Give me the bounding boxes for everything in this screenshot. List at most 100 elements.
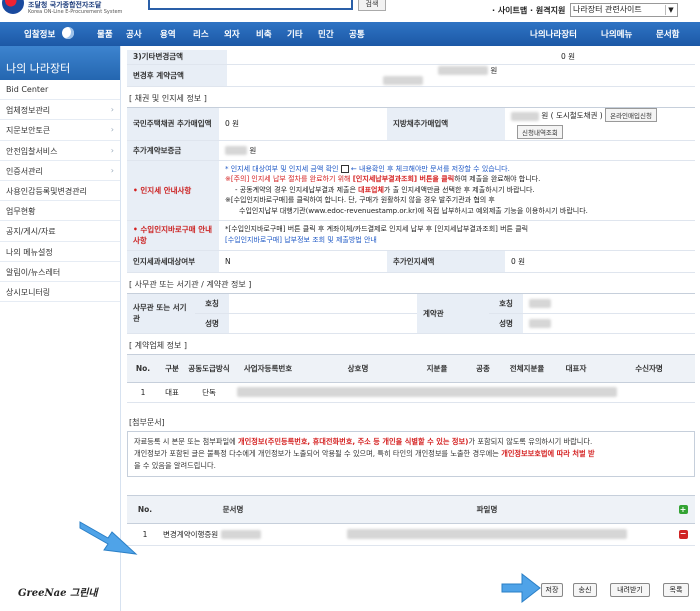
company-col-share: 지분율 [413, 353, 461, 383]
bond-table: 국민주택채권 추가매입액 0 원 지방채추가매입액 원 ( 도시철도채권 ) 온… [127, 106, 695, 273]
sidebar-item-certificate[interactable]: 인증서관리 › [0, 161, 120, 181]
top-links[interactable]: · 사이트맵 · 원격지원 [492, 5, 565, 16]
nav-bid-info[interactable]: 입찰정보 [24, 28, 55, 40]
company-col-receiver: 수신자명 [603, 353, 695, 383]
company-col-no: No. [127, 353, 159, 383]
contractor-label: 계약관 [417, 293, 489, 334]
company-col-joint: 공동도급방식 [185, 353, 233, 383]
remove-file-icon[interactable]: − [678, 530, 688, 539]
related-site-label: 나라장터 관련사이트 [573, 5, 642, 14]
save-button[interactable]: 저장 [541, 583, 563, 597]
nav-my-narajangteo[interactable]: 나의나라장터 [530, 28, 577, 40]
attach-row-doc: 변경계약이행증원 [163, 529, 219, 539]
chevron-down-icon[interactable]: ▼ [665, 5, 676, 15]
search-button[interactable]: 검색 [358, 0, 386, 11]
company-col-type: 구분 [159, 353, 185, 383]
stamp-line1b: ← 내용확인 후 체크해야만 문서를 저장할 수 있습니다. [350, 164, 510, 173]
redacted-local-amount [511, 111, 539, 121]
redacted-doc-name [220, 530, 261, 539]
redacted-contractor-rank [529, 298, 551, 308]
housing-bond-value: 0 원 [219, 107, 387, 141]
company-col-total-share: 전체지분율 [505, 353, 549, 383]
sidebar-item-fingerprint-token[interactable]: 지문보안토큰 › [0, 120, 120, 141]
logo-emblem-icon[interactable] [2, 0, 24, 14]
annotation-arrow-icon [501, 572, 541, 604]
chevron-right-icon: › [110, 125, 114, 135]
download-button[interactable]: 내려받기 [610, 583, 650, 597]
extra-deposit-value: 원 [249, 145, 257, 155]
amount-table: 3)기타변경금액 0 원 변경후 계약금액 원 [127, 50, 695, 87]
officer-name-label: 성명 [195, 313, 229, 334]
sidebar-item-newsletter[interactable]: 알림이/뉴스레터 [0, 262, 120, 282]
stamp-line5: 수입인지납부 대행기관(www.edoc-revenuestamp.or.kr)… [239, 206, 588, 215]
office-table: 사무관 또는 서기관 호칭 계약관 호칭 성명 성명 [127, 292, 695, 334]
contractor-rank-label: 호칭 [489, 293, 523, 314]
bond-section-title: [ 채권 및 인지세 정보 ] [129, 93, 207, 103]
stamp-buy-guide-link[interactable]: [수입인지바로구매] 납부정보 조회 및 제출방법 안내 [225, 235, 689, 246]
send-button[interactable]: 송신 [573, 583, 597, 597]
redacted-amount [438, 66, 488, 76]
after-change-label: 변경후 계약금액 [127, 64, 227, 87]
request-history-button[interactable]: 신청내역조회 [517, 125, 563, 139]
list-button[interactable]: 목록 [663, 583, 689, 597]
nav-stockpile[interactable]: 비축 [256, 28, 272, 40]
sidebar-item-company-info[interactable]: 업체정보관리 › [0, 100, 120, 121]
redacted-company-row [237, 387, 617, 397]
company-section-title: [ 계약업체 정보 ] [129, 340, 188, 350]
extra-deposit-label: 추가계약보증금 [127, 140, 219, 161]
nav-construction[interactable]: 공사 [126, 28, 142, 40]
nav-common[interactable]: 공통 [349, 28, 365, 40]
related-site-select[interactable]: 나라장터 관련사이트 ▼ [570, 3, 678, 17]
redacted-deposit [225, 146, 247, 155]
sidebar-item-seal-management[interactable]: 사용인감등록및변경관리 [0, 181, 120, 202]
chevron-right-icon: › [110, 165, 114, 175]
company-col-name: 상호명 [303, 353, 413, 383]
officer-label: 사무관 또는 서기관 [127, 293, 195, 334]
stamp-line2b: [인지세납부결과조회] 버튼을 클릭 [352, 175, 455, 184]
other-change-value: 0 원 [227, 50, 695, 65]
sidebar-item-bid-center[interactable]: Bid Center [0, 80, 120, 101]
search-input[interactable] [148, 0, 353, 10]
stamp-buy-line1: *[수입인지바로구매] 버튼 클릭 후 계좌이체/카드결제로 인지세 납부 후 … [225, 225, 529, 233]
contractor-name-label: 성명 [489, 313, 523, 334]
company-table: No. 구분 공동도급방식 사업자등록번호 상호명 지분율 공종 전체지분율 대… [127, 353, 695, 403]
sidebar-item-work-status[interactable]: 업무현황 [0, 201, 120, 222]
company-col-work: 공종 [461, 353, 505, 383]
nav-etc[interactable]: 기타 [287, 28, 303, 40]
top-bar: 조달청 국가종합전자조달 Korea ON-Line E-Procurement… [0, 0, 700, 22]
stamp-buy-label: 수입인지바로구매 안내사항 [133, 225, 213, 245]
attach-section-title: [첨부문서] [129, 417, 165, 427]
nav-my-menu[interactable]: 나의메뉴 [601, 28, 632, 40]
main-content: 3)기타변경금액 0 원 변경후 계약금액 원 [ 채권 및 인지세 정보 ] … [127, 46, 695, 611]
sidebar-item-notice[interactable]: 공지/게시/자료 [0, 221, 120, 242]
main-nav: 입찰정보 물품 공사 용역 리스 외자 비축 기타 민간 공통 나의나라장터 나… [0, 22, 700, 46]
stamp-amount-label: 추가인지세액 [387, 250, 505, 273]
nav-lease[interactable]: 리스 [193, 28, 209, 40]
table-row[interactable]: 1 변경계약이행증원 − [127, 523, 695, 546]
stamp-line4: ※[수입인지바로구매]를 클릭하여 합니다. 단, 구매가 원활하지 않을 경우… [225, 196, 495, 205]
stamp-line1: * 인지세 대상여부 및 인지세 금액 확인 [225, 164, 339, 173]
chevron-right-icon: › [110, 105, 114, 115]
office-section-title: [ 사무관 또는 서기관 / 계약관 정보 ] [129, 279, 252, 289]
redacted-amount-2 [383, 76, 423, 86]
after-change-unit: 원 [490, 65, 498, 75]
online-purchase-button[interactable]: 온라인매입신청 [605, 108, 657, 122]
redacted-contractor-name [529, 318, 551, 328]
table-row[interactable]: 1 대표 단독 [127, 382, 695, 403]
nav-foreign[interactable]: 외자 [224, 28, 240, 40]
stamp-line3a: - 공동계약의 경우 인지세납부결과 제출은 [235, 185, 356, 194]
officer-rank-label: 호칭 [195, 293, 229, 314]
sidebar-item-monitoring[interactable]: 상시모니터링 [0, 282, 120, 303]
sidebar-item-menu-settings[interactable]: 나의 메뉴설정 [0, 242, 120, 262]
stamp-confirm-checkbox[interactable] [340, 164, 349, 173]
sidebar-item-safe-bidding[interactable]: 안전입찰서비스 › [0, 141, 120, 161]
nav-private[interactable]: 민간 [318, 28, 334, 40]
stamp-line2a: ※[주의] 인지세 납부 절차를 완료하기 위해 [225, 175, 351, 184]
stamp-target-value: N [219, 250, 387, 273]
nav-service[interactable]: 용역 [160, 28, 176, 40]
add-file-icon[interactable]: + [678, 504, 688, 514]
nav-documents[interactable]: 문서함 [656, 28, 679, 40]
logo-subtitle: Korea ON-Line E-Procurement System [28, 9, 123, 15]
nav-goods[interactable]: 물품 [97, 28, 113, 40]
redacted-file-name[interactable] [347, 529, 627, 539]
